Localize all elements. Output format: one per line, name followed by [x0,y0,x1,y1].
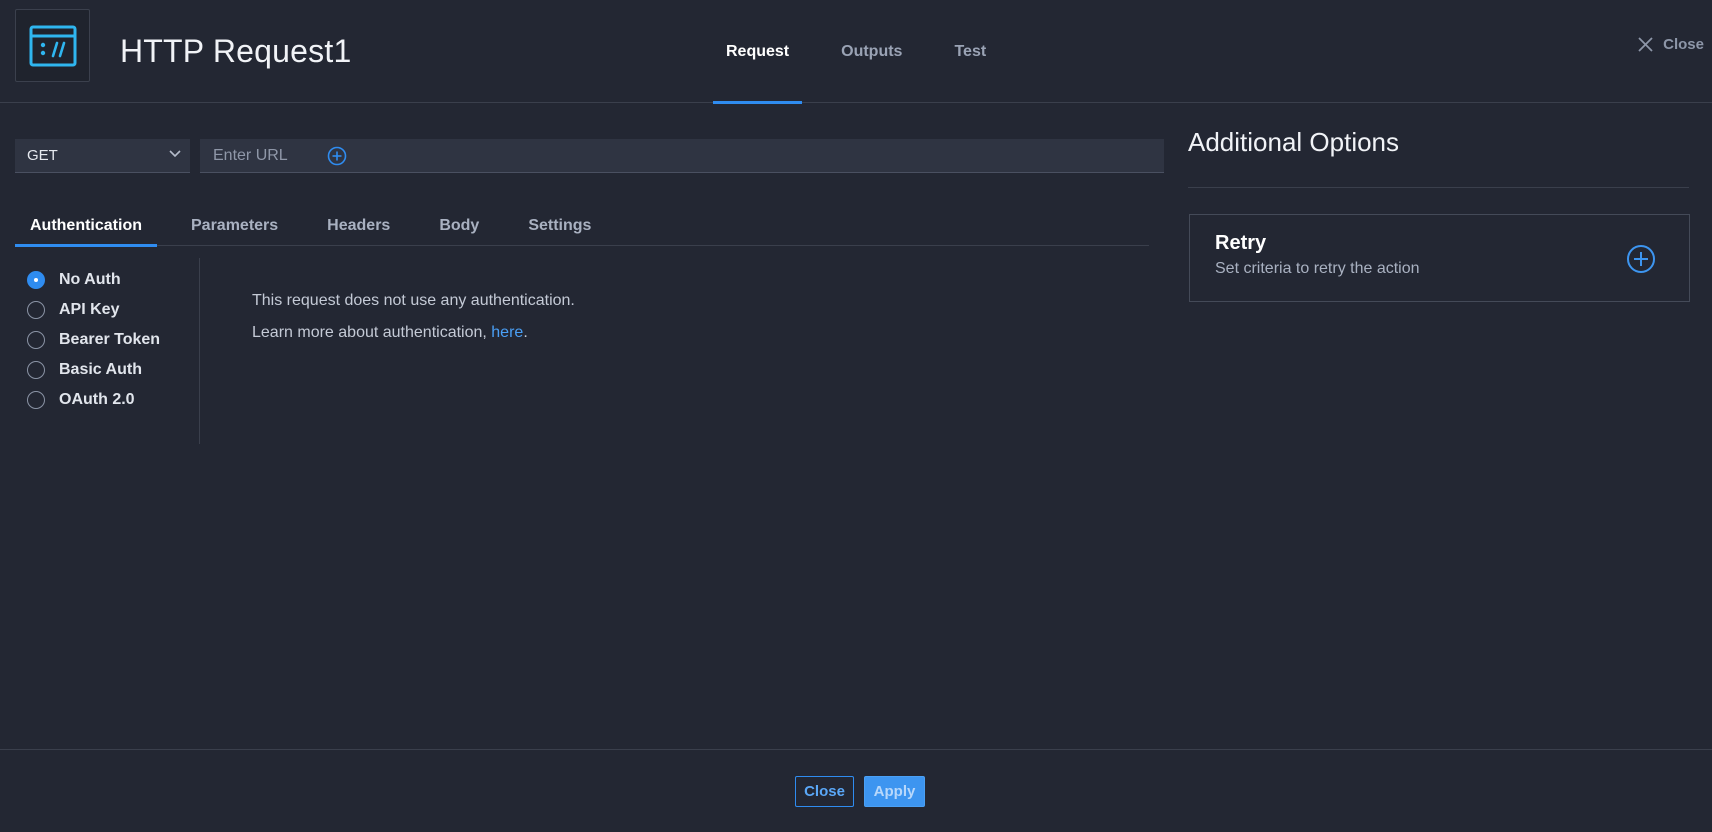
tab-test[interactable]: Test [941,0,999,103]
header: HTTP Request1 Request Outputs Test Close [0,0,1712,104]
retry-description: Set criteria to retry the action [1215,260,1420,277]
add-url-variable-icon[interactable] [326,145,348,167]
page-title: HTTP Request1 [120,33,352,69]
learn-more-prefix: Learn more about authentication, [252,324,492,341]
tab-body[interactable]: Body [424,212,494,246]
apply-button[interactable]: Apply [864,776,925,807]
auth-option-oauth2[interactable]: OAuth 2.0 [27,385,160,415]
learn-more-line: Learn more about authentication, here. [252,317,575,349]
tab-authentication[interactable]: Authentication [15,212,157,247]
additional-options-title: Additional Options [1188,127,1400,157]
learn-more-suffix: . [523,324,528,341]
radio-button[interactable] [27,331,45,349]
chevron-down-icon [169,150,181,158]
additional-options-divider [1188,187,1689,188]
header-close-label: Close [1663,36,1704,53]
header-close-button[interactable]: Close [1638,36,1704,53]
auth-option-label: OAuth 2.0 [59,391,135,408]
close-icon [1638,37,1653,52]
auth-option-bearer-token[interactable]: Bearer Token [27,325,160,355]
close-button[interactable]: Close [795,776,854,807]
vertical-divider [199,258,200,444]
method-select[interactable]: GET [15,139,190,173]
method-value: GET [27,147,58,164]
tab-outputs[interactable]: Outputs [828,0,915,103]
radio-button[interactable] [27,361,45,379]
auth-options: No Auth API Key Bearer Token Basic Auth … [27,265,160,415]
footer: Close Apply [0,749,1712,832]
retry-card: Retry Set criteria to retry the action [1189,214,1690,302]
auth-option-label: Bearer Token [59,331,161,348]
learn-more-link[interactable]: here [491,324,523,341]
add-retry-icon[interactable] [1626,244,1656,274]
auth-option-api-key[interactable]: API Key [27,295,160,325]
radio-button[interactable] [27,271,45,289]
auth-option-label: No Auth [59,271,121,288]
request-tabs: Authentication Parameters Headers Body S… [15,212,1149,247]
auth-message-text: This request does not use any authentica… [252,292,575,309]
retry-title: Retry [1215,232,1267,254]
tab-headers[interactable]: Headers [312,212,405,246]
auth-option-no-auth[interactable]: No Auth [27,265,160,295]
top-tabs: Request Outputs Test [713,0,1025,104]
tab-settings[interactable]: Settings [513,212,606,246]
tab-request[interactable]: Request [713,0,803,104]
auth-option-label: API Key [59,301,120,318]
tab-parameters[interactable]: Parameters [176,212,293,246]
radio-button[interactable] [27,391,45,409]
auth-message: This request does not use any authentica… [252,285,575,349]
auth-option-label: Basic Auth [59,361,142,378]
radio-button[interactable] [27,301,45,319]
auth-option-basic-auth[interactable]: Basic Auth [27,355,160,385]
http-request-icon [15,9,90,82]
